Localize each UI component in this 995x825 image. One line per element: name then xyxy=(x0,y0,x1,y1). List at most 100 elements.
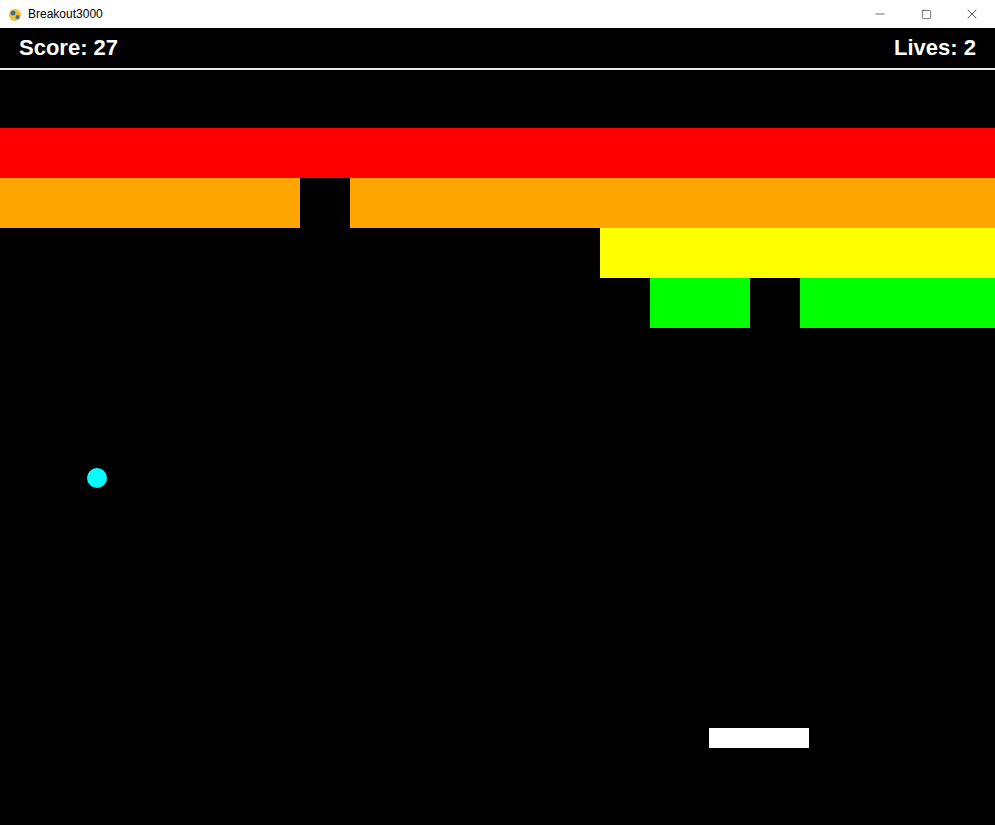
empty-slot xyxy=(50,278,100,328)
game-window: Breakout3000 Score: 27 Lives: 2 xyxy=(0,0,995,825)
pygame-logo-icon xyxy=(7,6,23,22)
brick xyxy=(950,128,995,178)
empty-slot xyxy=(250,278,300,328)
brick xyxy=(950,278,995,328)
empty-slot xyxy=(300,278,350,328)
brick xyxy=(700,128,750,178)
empty-slot xyxy=(500,278,550,328)
empty-slot xyxy=(450,278,500,328)
brick-row xyxy=(0,128,995,178)
brick xyxy=(400,178,450,228)
brick xyxy=(100,178,150,228)
brick xyxy=(450,178,500,228)
empty-slot xyxy=(400,278,450,328)
brick xyxy=(800,128,850,178)
close-icon xyxy=(964,6,980,22)
brick xyxy=(950,228,995,278)
hud-divider xyxy=(0,68,995,70)
game-area: Score: 27 Lives: 2 xyxy=(0,28,995,825)
window-title: Breakout3000 xyxy=(28,8,103,20)
brick xyxy=(50,178,100,228)
empty-slot xyxy=(350,228,400,278)
brick xyxy=(0,128,50,178)
brick-wall xyxy=(0,128,995,328)
brick xyxy=(650,228,700,278)
brick xyxy=(500,178,550,228)
empty-slot xyxy=(150,228,200,278)
brick-row xyxy=(0,278,995,328)
brick xyxy=(800,228,850,278)
brick xyxy=(750,178,800,228)
empty-slot xyxy=(300,178,350,228)
minimize-button[interactable] xyxy=(857,0,903,28)
brick xyxy=(600,228,650,278)
brick xyxy=(500,128,550,178)
brick xyxy=(900,128,950,178)
brick xyxy=(50,128,100,178)
score-text: Score: 27 xyxy=(19,37,118,59)
brick xyxy=(250,178,300,228)
lives-text: Lives: 2 xyxy=(894,37,976,59)
empty-slot xyxy=(0,278,50,328)
brick xyxy=(750,128,800,178)
empty-slot xyxy=(300,228,350,278)
brick xyxy=(600,128,650,178)
brick xyxy=(350,178,400,228)
brick xyxy=(950,178,995,228)
brick xyxy=(400,128,450,178)
empty-slot xyxy=(200,278,250,328)
brick xyxy=(200,178,250,228)
empty-slot xyxy=(450,228,500,278)
empty-slot xyxy=(550,278,600,328)
paddle[interactable] xyxy=(709,728,809,748)
brick xyxy=(150,178,200,228)
brick xyxy=(900,278,950,328)
brick xyxy=(900,178,950,228)
brick xyxy=(700,178,750,228)
minimize-icon xyxy=(873,7,887,21)
empty-slot xyxy=(550,228,600,278)
title-bar: Breakout3000 xyxy=(0,0,995,28)
empty-slot xyxy=(350,278,400,328)
brick xyxy=(600,178,650,228)
brick xyxy=(350,128,400,178)
brick xyxy=(800,178,850,228)
empty-slot xyxy=(100,278,150,328)
empty-slot xyxy=(600,278,650,328)
brick-row xyxy=(0,228,995,278)
maximize-icon xyxy=(921,9,932,20)
brick xyxy=(300,128,350,178)
close-button[interactable] xyxy=(949,0,995,28)
brick xyxy=(0,178,50,228)
empty-slot xyxy=(400,228,450,278)
brick xyxy=(800,278,850,328)
brick xyxy=(850,178,900,228)
brick xyxy=(850,228,900,278)
brick xyxy=(850,128,900,178)
brick xyxy=(100,128,150,178)
empty-slot xyxy=(100,228,150,278)
empty-slot xyxy=(150,278,200,328)
brick xyxy=(700,278,750,328)
brick-row xyxy=(0,178,995,228)
brick xyxy=(750,228,800,278)
empty-slot xyxy=(0,228,50,278)
brick xyxy=(850,278,900,328)
empty-slot xyxy=(250,228,300,278)
maximize-button[interactable] xyxy=(903,0,949,28)
brick xyxy=(550,178,600,228)
brick xyxy=(450,128,500,178)
brick xyxy=(900,228,950,278)
brick xyxy=(250,128,300,178)
brick xyxy=(650,128,700,178)
brick xyxy=(200,128,250,178)
ball xyxy=(87,468,107,488)
brick xyxy=(150,128,200,178)
empty-slot xyxy=(500,228,550,278)
empty-slot xyxy=(50,228,100,278)
brick xyxy=(650,278,700,328)
brick xyxy=(550,128,600,178)
brick xyxy=(700,228,750,278)
brick xyxy=(650,178,700,228)
empty-slot xyxy=(750,278,800,328)
